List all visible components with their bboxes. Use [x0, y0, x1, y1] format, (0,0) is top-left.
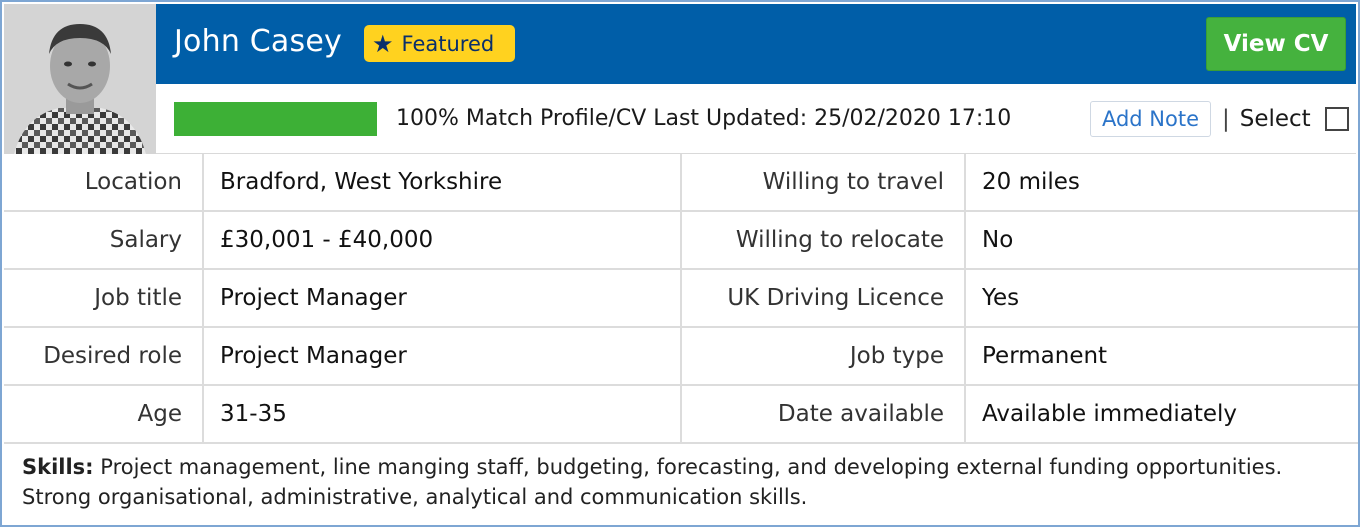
- candidate-card: John Casey ★ Featured View CV 100% Match…: [0, 0, 1360, 527]
- detail-label: Date available: [682, 386, 966, 442]
- avatar-photo-icon: [4, 4, 156, 154]
- details-row: Location Bradford, West Yorkshire Willin…: [4, 154, 1358, 212]
- skills-section: Skills: Project management, line manging…: [22, 452, 1332, 512]
- detail-value: Permanent: [982, 343, 1108, 369]
- details-row: Desired role Project Manager Job type Pe…: [4, 328, 1358, 386]
- detail-value: Available immediately: [982, 401, 1238, 427]
- candidate-photo: [4, 4, 156, 154]
- detail-label: Willing to relocate: [682, 212, 966, 268]
- detail-value: £30,001 - £40,000: [204, 212, 682, 268]
- select-control[interactable]: | Select: [1222, 104, 1349, 134]
- select-checkbox[interactable]: [1324, 107, 1349, 131]
- featured-label: Featured: [401, 31, 495, 56]
- detail-label: Location: [4, 154, 204, 210]
- detail-value: Yes: [982, 285, 1020, 311]
- detail-label: Salary: [4, 212, 204, 268]
- candidate-name[interactable]: John Casey: [174, 24, 342, 59]
- details-row: Salary £30,001 - £40,000 Willing to relo…: [4, 212, 1358, 270]
- match-updated-text: 100% Match Profile/CV Last Updated: 25/0…: [396, 106, 1012, 131]
- featured-badge: ★ Featured: [364, 25, 515, 62]
- view-cv-button[interactable]: View CV: [1206, 17, 1346, 71]
- detail-label: Desired role: [4, 328, 204, 384]
- match-progress-fill: [174, 102, 377, 136]
- detail-label: Willing to travel: [682, 154, 966, 210]
- detail-value: Project Manager: [204, 270, 682, 326]
- candidate-header: John Casey ★ Featured View CV: [156, 4, 1356, 84]
- detail-value: Bradford, West Yorkshire: [204, 154, 682, 210]
- detail-value: Project Manager: [204, 328, 682, 384]
- select-label: Select: [1239, 106, 1311, 132]
- details-row: Age 31-35 Date available Available immed…: [4, 386, 1358, 444]
- match-progress-bar: [174, 102, 377, 136]
- separator: |: [1222, 106, 1230, 132]
- detail-label: Job type: [682, 328, 966, 384]
- match-row: 100% Match Profile/CV Last Updated: 25/0…: [156, 84, 1356, 154]
- details-row: Job title Project Manager UK Driving Lic…: [4, 270, 1358, 328]
- skills-label: Skills:: [22, 455, 94, 479]
- skills-text: Project management, line manging staff, …: [22, 455, 1283, 509]
- detail-label: Job title: [4, 270, 204, 326]
- add-note-button[interactable]: Add Note: [1090, 101, 1211, 137]
- detail-value: 20 miles: [982, 169, 1080, 195]
- detail-value: No: [982, 227, 1014, 253]
- detail-label: UK Driving Licence: [682, 270, 966, 326]
- detail-value: 31-35: [204, 386, 682, 442]
- star-icon: ★: [372, 29, 394, 58]
- detail-label: Age: [4, 386, 204, 442]
